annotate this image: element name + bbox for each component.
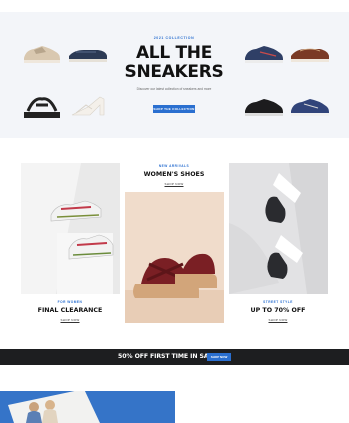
tile-title: WOMEN'S SHOES	[143, 171, 205, 178]
product-thumb-blue-trainer[interactable]	[288, 85, 332, 125]
sale-banner-text: 50% OFF FIRST TIME IN SALE	[118, 353, 217, 360]
sale-shop-button[interactable]: SHOP NOW	[207, 353, 231, 361]
tile-shop-link[interactable]: SHOP NOW	[124, 182, 224, 186]
tile-label-womens: NEW ARRIVALS WOMEN'S SHOES SHOP NOW	[124, 164, 224, 186]
product-thumb-white-heel[interactable]	[66, 85, 110, 125]
tile-label-clearance: FOR WOMEN FINAL CLEARANCE SHOP NOW	[20, 300, 120, 322]
tile-image-street[interactable]	[229, 163, 328, 294]
platform-sandal-image	[125, 192, 224, 323]
tile-image-womens[interactable]	[125, 192, 224, 323]
people-photo-image	[0, 391, 175, 423]
sale-banner: 50% OFF FIRST TIME IN SALE SHOP NOW	[0, 349, 349, 365]
product-thumb-brown-boat-shoe[interactable]	[288, 32, 332, 72]
hero-title: ALL THE SNEAKERS	[124, 43, 224, 82]
hero-section: 2021 COLLECTION ALL THE SNEAKERS Discove…	[0, 12, 349, 138]
shop-collection-button[interactable]: SHOP THE COLLECTION	[153, 105, 195, 113]
black-boots-image	[229, 163, 328, 294]
tile-eyebrow: FOR WOMEN	[57, 300, 83, 304]
product-thumb-black-sandal[interactable]	[20, 85, 64, 125]
product-thumb-navy-runner[interactable]	[242, 32, 286, 72]
tile-label-street: STREET STYLE UP TO 70% OFF SHOP NOW	[228, 300, 328, 322]
sneakers-on-pedestal-image	[21, 163, 120, 294]
hero-eyebrow: 2021 COLLECTION	[153, 36, 195, 40]
product-thumb-black-sneaker[interactable]	[242, 85, 286, 125]
page: 2021 COLLECTION ALL THE SNEAKERS Discove…	[0, 0, 349, 423]
product-thumb-navy-loafer[interactable]	[66, 32, 110, 72]
tile-shop-link[interactable]: SHOP NOW	[228, 318, 328, 322]
promo-image[interactable]	[0, 391, 175, 423]
tile-eyebrow: NEW ARRIVALS	[158, 164, 190, 168]
tile-shop-link[interactable]: SHOP NOW	[20, 318, 120, 322]
hero-description: Discover our latest collection of sneake…	[136, 87, 212, 91]
tile-title: FINAL CLEARANCE	[37, 307, 103, 314]
product-thumb-beige-sneaker[interactable]	[20, 32, 64, 72]
hero-copy: 2021 COLLECTION ALL THE SNEAKERS Discove…	[122, 12, 226, 138]
tile-image-clearance[interactable]	[21, 163, 120, 294]
tile-eyebrow: STREET STYLE	[263, 300, 293, 304]
tile-title: UP TO 70% OFF	[250, 307, 306, 314]
